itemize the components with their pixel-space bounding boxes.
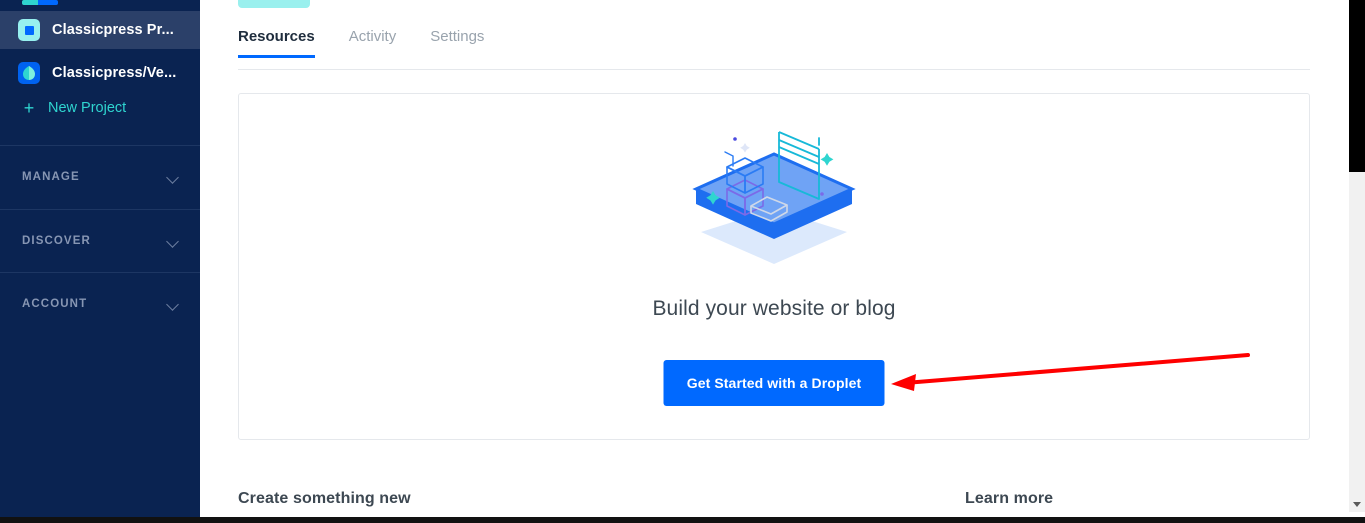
plus-icon: +	[23, 98, 35, 118]
sidebar-item-project-2[interactable]: Classicpress/Ve...	[0, 54, 200, 92]
sidebar-section-label: DISCOVER	[22, 235, 91, 247]
learn-more-heading: Learn more	[965, 490, 1054, 507]
create-something-new-heading: Create something new	[238, 490, 411, 507]
new-project-label: New Project	[48, 100, 127, 116]
vertical-scrollbar-thumb[interactable]	[1349, 0, 1365, 172]
card-title: Build your website or blog	[652, 297, 896, 320]
main-content: Resources Activity Settings Build your w…	[200, 0, 1337, 523]
horizontal-scrollbar[interactable]	[0, 507, 1365, 523]
sidebar-section-manage[interactable]: MANAGE	[0, 146, 200, 208]
tab-settings[interactable]: Settings	[430, 28, 484, 58]
app-window: Classicpress Pr... Classicpress/Ve... + …	[0, 0, 1365, 523]
new-project-button[interactable]: + New Project	[0, 95, 200, 121]
sidebar-bottom-fill	[0, 507, 200, 517]
project-square-icon	[18, 19, 40, 41]
sidebar-top-partial-item	[0, 0, 200, 11]
sidebar-section-discover[interactable]: DISCOVER	[0, 210, 200, 272]
scroll-down-button[interactable]	[1349, 496, 1365, 512]
vertical-scrollbar-track[interactable]	[1349, 0, 1365, 512]
get-started-card: Build your website or blog Get Started w…	[238, 93, 1310, 440]
chevron-down-icon	[167, 300, 180, 308]
sidebar-section-label: ACCOUNT	[22, 298, 88, 310]
sidebar: Classicpress Pr... Classicpress/Ve... + …	[0, 0, 200, 523]
tab-bar: Resources Activity Settings	[238, 28, 518, 58]
project-leaf-icon	[18, 62, 40, 84]
breadcrumb-pill	[238, 0, 310, 8]
tab-activity[interactable]: Activity	[349, 28, 397, 58]
sidebar-section-label: MANAGE	[22, 171, 80, 183]
get-started-droplet-button[interactable]: Get Started with a Droplet	[663, 360, 885, 406]
sidebar-item-label: Classicpress Pr...	[52, 22, 174, 38]
isometric-platform-illustration	[679, 114, 869, 274]
chevron-down-icon	[1353, 501, 1361, 507]
sidebar-partial-chip	[22, 0, 58, 5]
tab-resources[interactable]: Resources	[238, 28, 315, 58]
sidebar-item-project-1[interactable]: Classicpress Pr...	[0, 11, 200, 49]
tab-bar-underline	[238, 69, 1310, 70]
sidebar-item-label: Classicpress/Ve...	[52, 65, 177, 81]
sidebar-section-account[interactable]: ACCOUNT	[0, 273, 200, 335]
chevron-down-icon	[167, 173, 180, 181]
chevron-down-icon	[167, 237, 180, 245]
